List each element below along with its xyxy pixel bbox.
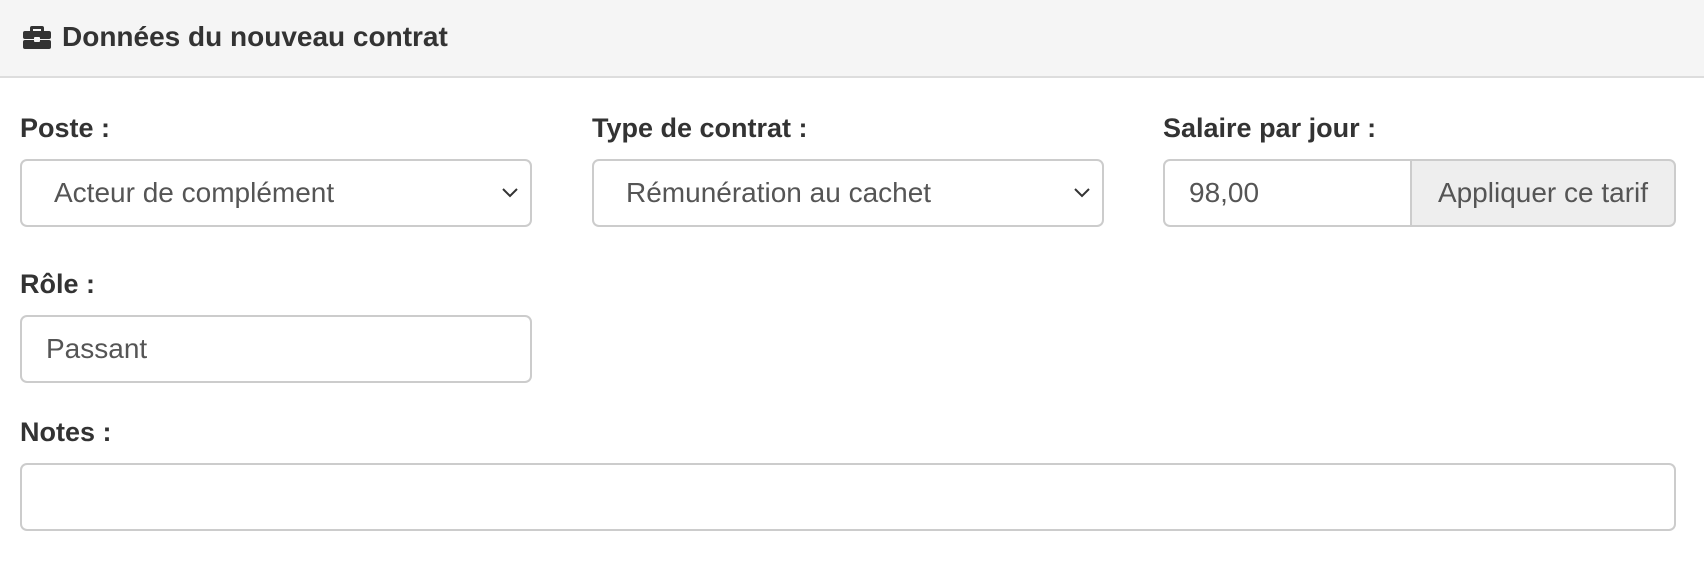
panel-title: Données du nouveau contrat	[62, 21, 448, 52]
notes-input[interactable]	[20, 463, 1676, 531]
poste-selected-value: Acteur de complément	[54, 177, 335, 208]
salaire-value: 98,00	[1189, 177, 1260, 208]
type-contrat-selected-value: Rémunération au cachet	[626, 177, 932, 208]
role-value: Passant	[46, 333, 148, 364]
poste-select[interactable]: Acteur de complément	[20, 159, 532, 227]
chevron-down-icon	[502, 188, 518, 198]
salaire-input[interactable]: 98,00	[1163, 159, 1412, 227]
salaire-label: Salaire par jour :	[1163, 113, 1377, 143]
poste-label: Poste :	[20, 113, 111, 143]
type-contrat-label: Type de contrat :	[592, 113, 808, 143]
chevron-down-icon	[1074, 188, 1090, 198]
panel-heading: Données du nouveau contrat	[0, 0, 1704, 78]
new-contract-panel: Données du nouveau contrat Poste : Acteu…	[0, 0, 1704, 580]
briefcase-icon	[23, 26, 51, 49]
role-input[interactable]: Passant	[20, 315, 532, 383]
role-label: Rôle :	[20, 269, 96, 299]
notes-label: Notes :	[20, 417, 112, 447]
type-contrat-select[interactable]: Rémunération au cachet	[592, 159, 1104, 227]
apply-rate-button[interactable]: Appliquer ce tarif	[1410, 159, 1676, 227]
